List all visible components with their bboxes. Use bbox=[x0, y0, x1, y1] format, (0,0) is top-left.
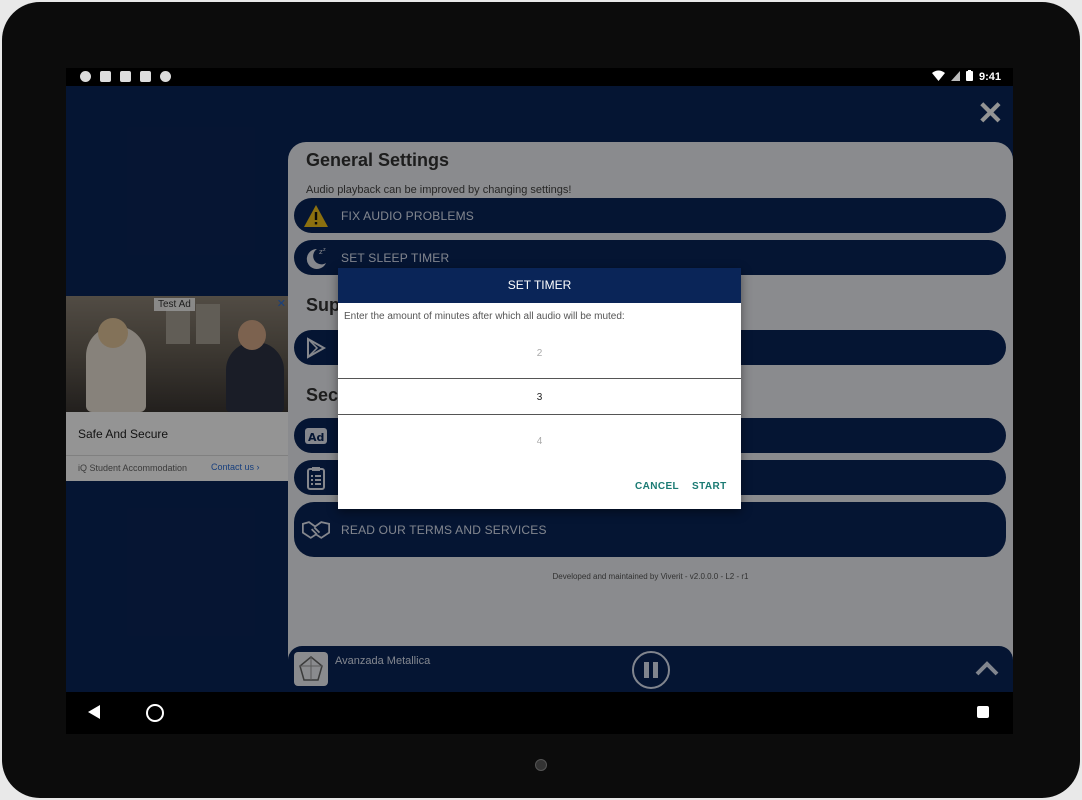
wifi-icon bbox=[931, 70, 945, 84]
dialog-message: Enter the amount of minutes after which … bbox=[344, 311, 625, 322]
picker-prev-value[interactable]: 2 bbox=[338, 348, 741, 359]
sd-card-icon bbox=[140, 71, 151, 82]
accessibility-icon bbox=[100, 71, 111, 82]
picker-divider bbox=[338, 414, 741, 415]
camera-icon bbox=[535, 759, 547, 771]
start-button[interactable]: START bbox=[692, 481, 727, 492]
dialog-title: SET TIMER bbox=[338, 268, 741, 303]
notification-icons bbox=[80, 71, 171, 82]
status-indicators: 9:41 bbox=[931, 70, 1001, 84]
battery-icon bbox=[965, 70, 973, 84]
picker-selected-value[interactable]: 3 bbox=[338, 392, 741, 403]
sync-icon bbox=[160, 71, 171, 82]
set-timer-dialog: SET TIMER Enter the amount of minutes af… bbox=[338, 268, 741, 509]
notification-icon bbox=[80, 71, 91, 82]
picker-divider bbox=[338, 378, 741, 379]
cell-signal-icon bbox=[950, 70, 960, 84]
signal-bars-icon bbox=[120, 71, 131, 82]
status-bar: 9:41 bbox=[66, 68, 1013, 86]
navigation-bar bbox=[66, 692, 1013, 734]
app-screen: ✕ General Settings Audio playback can be… bbox=[66, 86, 1013, 692]
back-icon[interactable] bbox=[88, 705, 100, 719]
picker-next-value[interactable]: 4 bbox=[338, 436, 741, 447]
home-icon[interactable] bbox=[146, 704, 164, 722]
clock: 9:41 bbox=[978, 71, 1001, 83]
recents-icon[interactable] bbox=[977, 706, 989, 718]
cancel-button[interactable]: CANCEL bbox=[635, 481, 679, 492]
